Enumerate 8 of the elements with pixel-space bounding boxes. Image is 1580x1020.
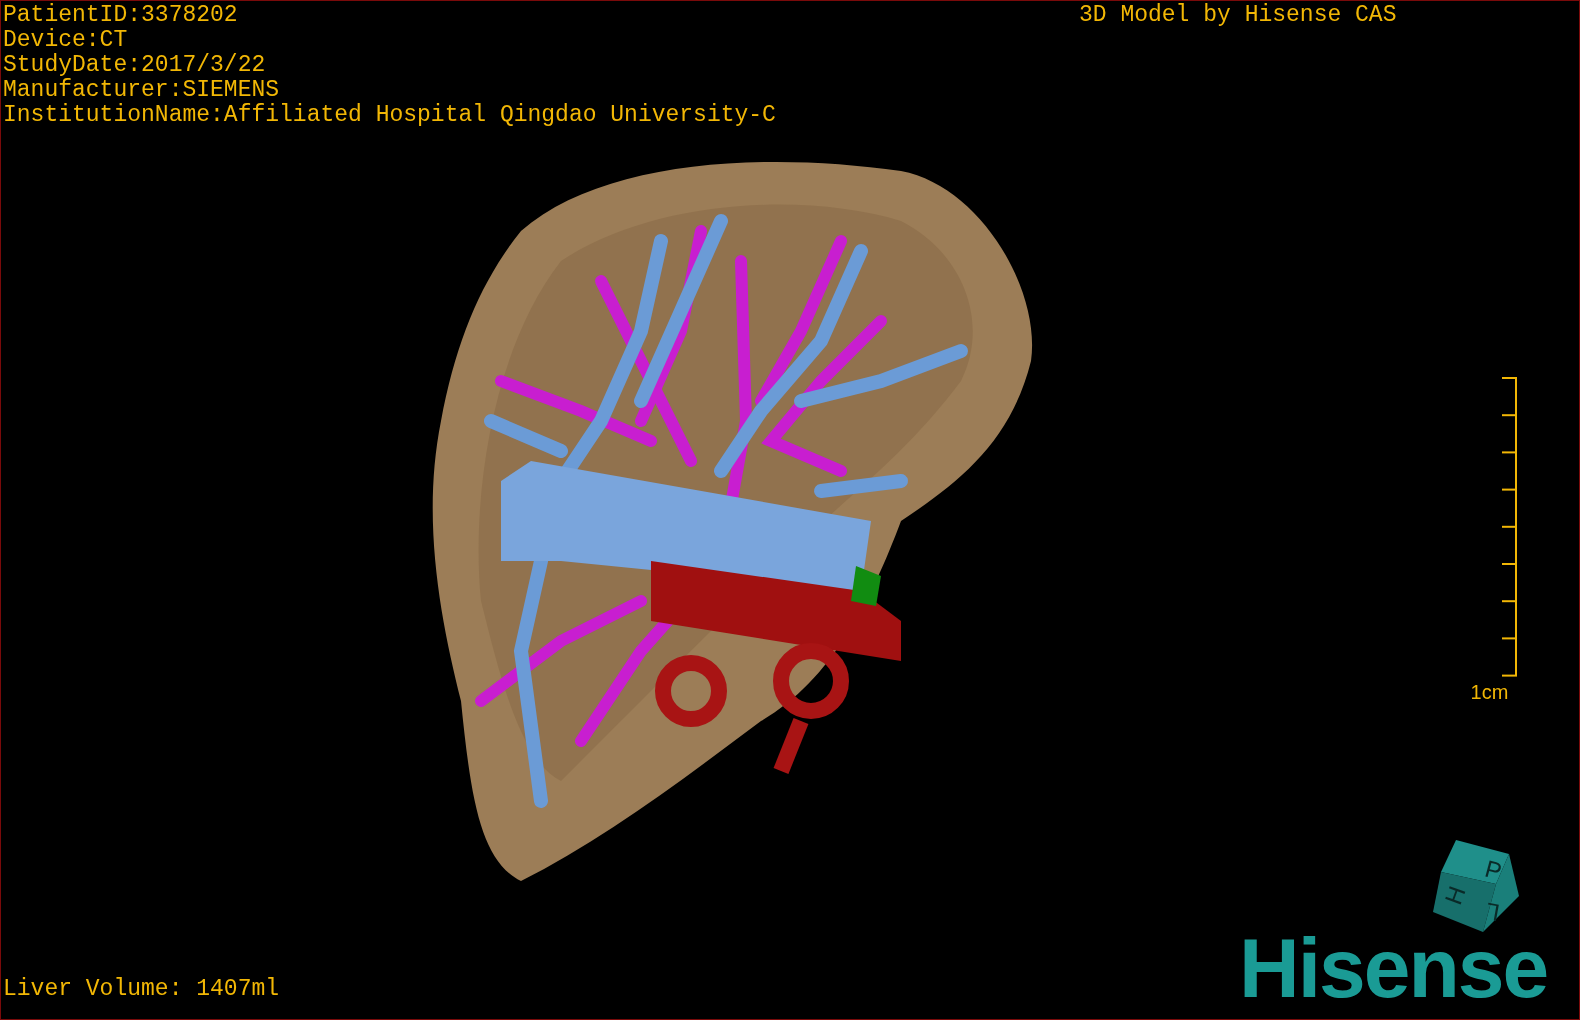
patient-info-line: Device:CT: [3, 28, 129, 53]
patient-info-line: InstitutionName:Affiliated Hospital Qingdao University-C: [3, 103, 776, 128]
scale-label: 1cm: [1470, 681, 1509, 704]
credit-label: 3D Model by Hisense CAS: [1079, 3, 1397, 28]
patient-info-line: StudyDate:2017/3/22: [3, 53, 267, 78]
patient-info-line: PatientID:3378202: [3, 3, 239, 28]
liver-volume-label: Liver Volume: 1407ml: [3, 977, 280, 1002]
patient-info-line: Manufacturer:SIEMENS: [3, 78, 281, 103]
